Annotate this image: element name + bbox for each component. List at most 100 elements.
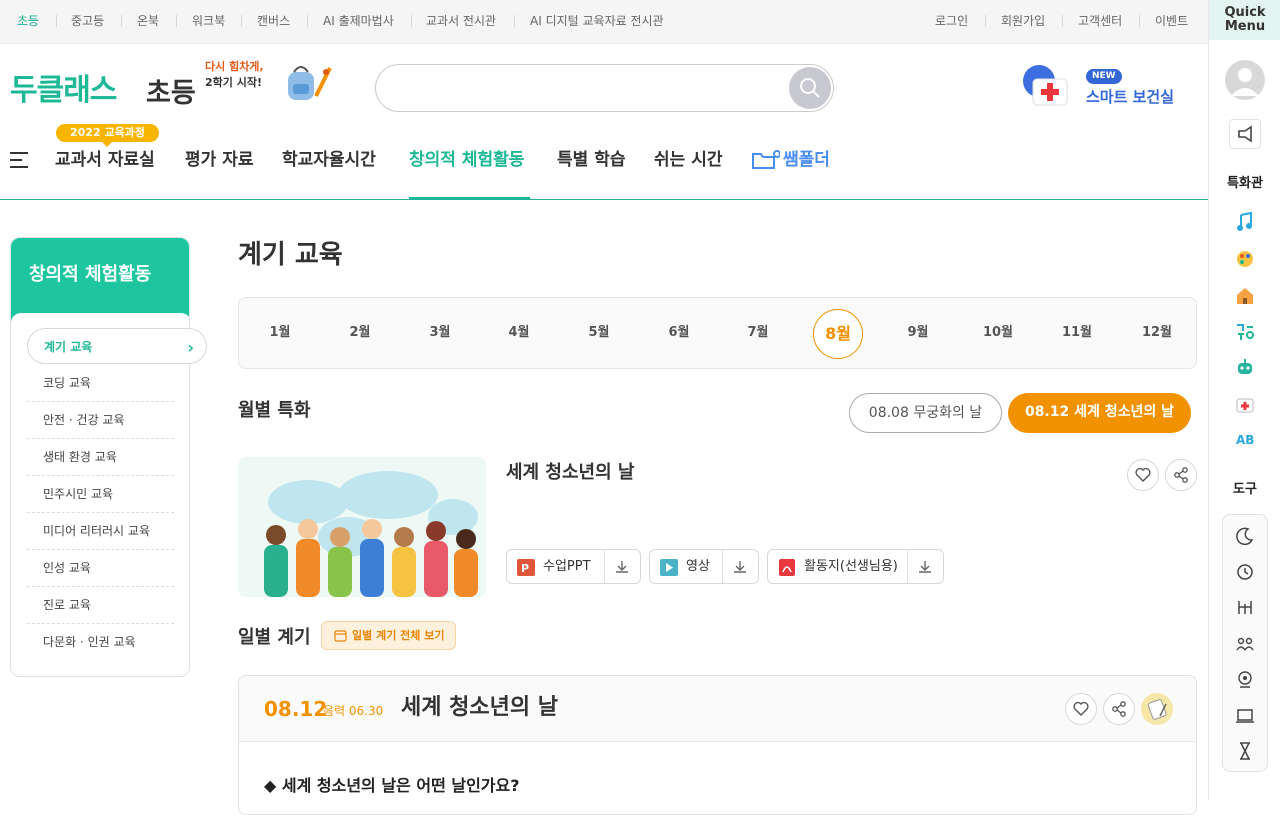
month-tab-2[interactable]: 2월 bbox=[335, 320, 385, 346]
month-tabs: 1월 2월 3월 4월 5월 6월 7월 8월 9월 10월 11월 12월 bbox=[238, 297, 1197, 369]
month-tab-5[interactable]: 5월 bbox=[574, 320, 624, 346]
moon-icon[interactable] bbox=[1235, 526, 1255, 546]
nav-special-learning[interactable]: 특별 학습 bbox=[557, 148, 625, 172]
signup-link[interactable]: 회원가입 bbox=[1001, 14, 1045, 28]
sidebar-item-career[interactable]: 진로 교육 bbox=[27, 587, 174, 624]
alarm-icon[interactable] bbox=[1235, 561, 1255, 581]
quick-menu-title-line1: Quick bbox=[1224, 5, 1266, 20]
promo-line1[interactable]: 다시 힘차게, bbox=[205, 60, 264, 74]
search-input[interactable] bbox=[396, 77, 776, 101]
sidebar-item-ecology[interactable]: 생태 환경 교육 bbox=[27, 439, 174, 476]
top-link-canvas[interactable]: 캔버스 bbox=[257, 14, 290, 28]
top-link-textbook-hall[interactable]: 교과서 전시관 bbox=[426, 14, 496, 28]
daily-calendar-button[interactable]: 일별 계기 전체 보기 bbox=[321, 621, 456, 650]
event-like-button[interactable] bbox=[1065, 693, 1097, 725]
youth-day-pill[interactable]: 08.12 세계 청소년의 날 bbox=[1008, 393, 1191, 433]
like-button[interactable] bbox=[1127, 459, 1159, 491]
sidebar-item-occasion-edu[interactable]: 계기 교육 › bbox=[27, 328, 207, 364]
month-tab-9[interactable]: 9월 bbox=[893, 320, 943, 346]
top-link-secondary[interactable]: 중고등 bbox=[71, 14, 104, 28]
curriculum-badge: 2022 교육과정 bbox=[56, 124, 159, 147]
notice-button[interactable] bbox=[1229, 119, 1261, 149]
nav-school-time[interactable]: 학교자율시간 bbox=[282, 148, 376, 172]
hourglass-icon[interactable] bbox=[1235, 741, 1255, 761]
nav-break-time[interactable]: 쉬는 시간 bbox=[654, 148, 722, 172]
page-title: 계기 교육 bbox=[238, 240, 343, 270]
top-link-ai-digital-hall[interactable]: AI 디지털 교육자료 전시관 bbox=[530, 14, 664, 28]
calendar-icon bbox=[334, 630, 347, 642]
roulette-icon[interactable] bbox=[1235, 669, 1255, 689]
daily-section-title: 일별 계기 bbox=[238, 626, 311, 652]
daily-section-label: 일별 계기 bbox=[238, 627, 311, 648]
month-tab-11[interactable]: 11월 bbox=[1052, 320, 1102, 346]
month-tab-4[interactable]: 4월 bbox=[494, 320, 544, 346]
balance-icon[interactable] bbox=[1235, 597, 1255, 617]
avatar[interactable] bbox=[1225, 60, 1265, 100]
hamburger-menu-icon[interactable] bbox=[10, 150, 30, 170]
palette-icon[interactable] bbox=[1235, 249, 1255, 269]
robot-icon[interactable] bbox=[1235, 357, 1255, 377]
screen-icon[interactable] bbox=[1235, 706, 1255, 726]
sidebar-item-citizenship[interactable]: 민주시민 교육 bbox=[27, 476, 174, 513]
chevron-right-icon: › bbox=[187, 338, 194, 357]
month-tab-3[interactable]: 3월 bbox=[415, 320, 465, 346]
sidebar-item-safety[interactable]: 안전 · 건강 교육 bbox=[27, 402, 174, 439]
sidebar-item-multicultural[interactable]: 다문화 · 인권 교육 bbox=[27, 624, 174, 661]
month-tab-1[interactable]: 1월 bbox=[255, 320, 305, 346]
month-tab-7[interactable]: 7월 bbox=[733, 320, 783, 346]
top-link-ai-quiz[interactable]: AI 출제마법사 bbox=[323, 14, 394, 28]
download-icon[interactable] bbox=[731, 558, 749, 576]
sidebar-item-media-literacy[interactable]: 미디어 리터러시 교육 bbox=[27, 513, 174, 550]
month-tab-12[interactable]: 12월 bbox=[1132, 320, 1182, 346]
event-link[interactable]: 이벤트 bbox=[1155, 14, 1188, 28]
top-link-onbook[interactable]: 온북 bbox=[137, 14, 159, 28]
download-ppt[interactable]: P 수업PPT bbox=[506, 549, 641, 584]
nav-creative-activity[interactable]: 창의적 체험활동 bbox=[409, 148, 524, 172]
memo-icon[interactable] bbox=[1140, 692, 1174, 726]
divider bbox=[121, 15, 122, 27]
top-utility-bar: 초등 중고등 온북 워크북 캔버스 AI 출제마법사 교과서 전시관 AI 디지… bbox=[0, 0, 1208, 44]
download-ppt-label: 수업PPT bbox=[543, 559, 591, 574]
divider bbox=[985, 15, 986, 27]
search-button[interactable] bbox=[789, 67, 831, 109]
download-icon[interactable] bbox=[613, 558, 631, 576]
sidebar-item-character[interactable]: 인성 교육 bbox=[27, 550, 174, 587]
month-tab-6[interactable]: 6월 bbox=[654, 320, 704, 346]
content-thumbnail[interactable] bbox=[238, 457, 486, 597]
heart-icon bbox=[1073, 701, 1089, 716]
group-icon[interactable] bbox=[1235, 633, 1255, 653]
share-icon bbox=[1174, 467, 1188, 483]
nav-ssam-folder[interactable]: 쌤폴더 bbox=[783, 148, 830, 172]
hangul-icon[interactable] bbox=[1235, 322, 1255, 342]
download-icon[interactable] bbox=[916, 558, 934, 576]
login-link[interactable]: 로그인 bbox=[935, 14, 968, 28]
sidebar-item-coding[interactable]: 코딩 교육 bbox=[27, 365, 174, 402]
month-tab-8[interactable]: 8월 bbox=[813, 309, 863, 359]
english-icon[interactable]: AB bbox=[1235, 429, 1255, 449]
event-lunar-date: 음력 06.30 bbox=[323, 704, 384, 718]
logo-subtitle[interactable]: 초등 bbox=[146, 78, 196, 110]
event-question: ◆ 세계 청소년의 날은 어떤 날인가요? bbox=[264, 776, 520, 795]
first-aid-icon[interactable] bbox=[1235, 394, 1255, 414]
event-share-button[interactable] bbox=[1103, 693, 1135, 725]
nav-assessment[interactable]: 평가 자료 bbox=[185, 148, 253, 172]
first-aid-kit-icon[interactable] bbox=[1021, 63, 1077, 109]
daily-event-header: 08.12 음력 06.30 세계 청소년의 날 bbox=[239, 676, 1196, 742]
school-icon[interactable] bbox=[1235, 286, 1255, 306]
mugunghwa-day-pill[interactable]: 08.08 무궁화의 날 bbox=[849, 393, 1002, 433]
nav-textbook[interactable]: 교과서 자료실 bbox=[55, 148, 155, 172]
top-link-workbook[interactable]: 워크북 bbox=[192, 14, 225, 28]
download-video[interactable]: 영상 bbox=[649, 549, 759, 584]
music-icon[interactable] bbox=[1235, 212, 1255, 232]
smart-health-link[interactable]: 스마트 보건실 bbox=[1086, 88, 1174, 106]
promo-line2[interactable]: 2학기 시작! bbox=[205, 76, 262, 90]
divider bbox=[907, 550, 908, 583]
megaphone-icon bbox=[1238, 125, 1252, 143]
support-link[interactable]: 고객센터 bbox=[1078, 14, 1122, 28]
search-bar[interactable] bbox=[375, 64, 834, 112]
site-logo[interactable]: 두클래스 bbox=[10, 73, 117, 109]
download-worksheet[interactable]: 활동지(선생님용) bbox=[767, 549, 944, 584]
month-tab-10[interactable]: 10월 bbox=[973, 320, 1023, 346]
top-link-elementary[interactable]: 초등 bbox=[17, 14, 39, 28]
share-button[interactable] bbox=[1165, 459, 1197, 491]
